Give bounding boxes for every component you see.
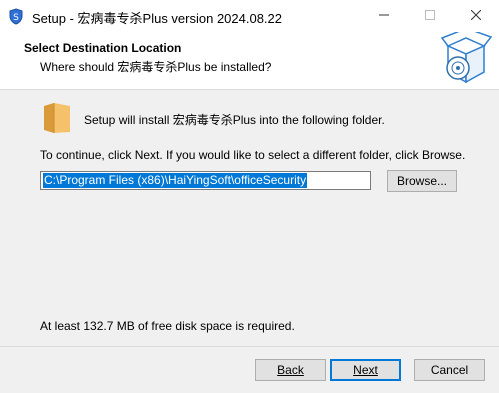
setup-shield-icon: S — [8, 8, 24, 25]
cancel-label: Cancel — [430, 363, 469, 377]
folder-icon — [42, 102, 72, 134]
back-label: Back — [277, 363, 304, 377]
page-subtitle: Where should 宏病毒专杀Plus be installed? — [40, 60, 272, 74]
install-path-value: C:\Program Files (x86)\HaiYingSoft\offic… — [43, 173, 308, 188]
next-button[interactable]: Next — [330, 359, 401, 381]
maximize-icon — [425, 9, 435, 23]
disk-space-message: At least 132.7 MB of free disk space is … — [40, 319, 295, 333]
install-path-input[interactable]: C:\Program Files (x86)\HaiYingSoft\offic… — [40, 171, 371, 190]
close-button[interactable] — [453, 0, 499, 32]
continue-instructions: To continue, click Next. If you would li… — [40, 148, 466, 162]
maximize-button — [407, 0, 453, 32]
page-title: Select Destination Location — [24, 41, 182, 55]
wizard-footer: Back Next Cancel — [0, 346, 499, 393]
browse-label: Browse... — [396, 174, 447, 188]
svg-text:S: S — [13, 13, 19, 23]
back-button[interactable]: Back — [255, 359, 326, 381]
window-title: Setup - 宏病毒专杀Plus version 2024.08.22 — [32, 11, 283, 26]
install-message: Setup will install 宏病毒专杀Plus into the fo… — [84, 113, 385, 127]
cancel-button[interactable]: Cancel — [414, 359, 485, 381]
browse-button[interactable]: Browse... — [387, 170, 457, 192]
wizard-box-icon — [438, 30, 494, 89]
next-label: Next — [353, 363, 378, 377]
minimize-button[interactable] — [361, 0, 407, 32]
title-bar[interactable]: S Setup - 宏病毒专杀Plus version 2024.08.22 — [0, 0, 499, 32]
wizard-header: Select Destination Location Where should… — [0, 30, 499, 90]
close-icon — [470, 9, 482, 23]
minimize-icon — [379, 9, 389, 23]
wizard-body: Setup will install 宏病毒专杀Plus into the fo… — [0, 90, 499, 346]
